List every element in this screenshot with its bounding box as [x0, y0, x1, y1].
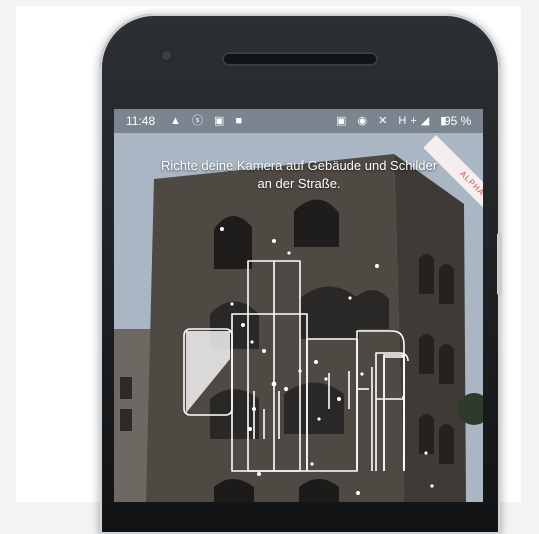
battery-percentage: 95 % [444, 114, 472, 128]
camera-instruction: Richte deine Kamera auf Gebäude und Schi… [160, 158, 438, 191]
notification-icons: ▲ ⓢ ▣ ■ [170, 115, 247, 127]
status-bar: 11:48 ▲ ⓢ ▣ ■ ▣ ◉ ✕ H+◢ ▮ 95 % [114, 109, 483, 133]
status-time: 11:48 [126, 114, 156, 128]
camera-viewfinder[interactable]: 11:48 ▲ ⓢ ▣ ■ ▣ ◉ ✕ H+◢ ▮ 95 % ALPHA Ric… [114, 109, 483, 502]
phone-side-button [497, 233, 502, 295]
system-status-icons: ▣ ◉ ✕ H+◢ ▮ [336, 115, 451, 127]
phone-speaker [222, 52, 378, 66]
front-camera [162, 51, 171, 60]
